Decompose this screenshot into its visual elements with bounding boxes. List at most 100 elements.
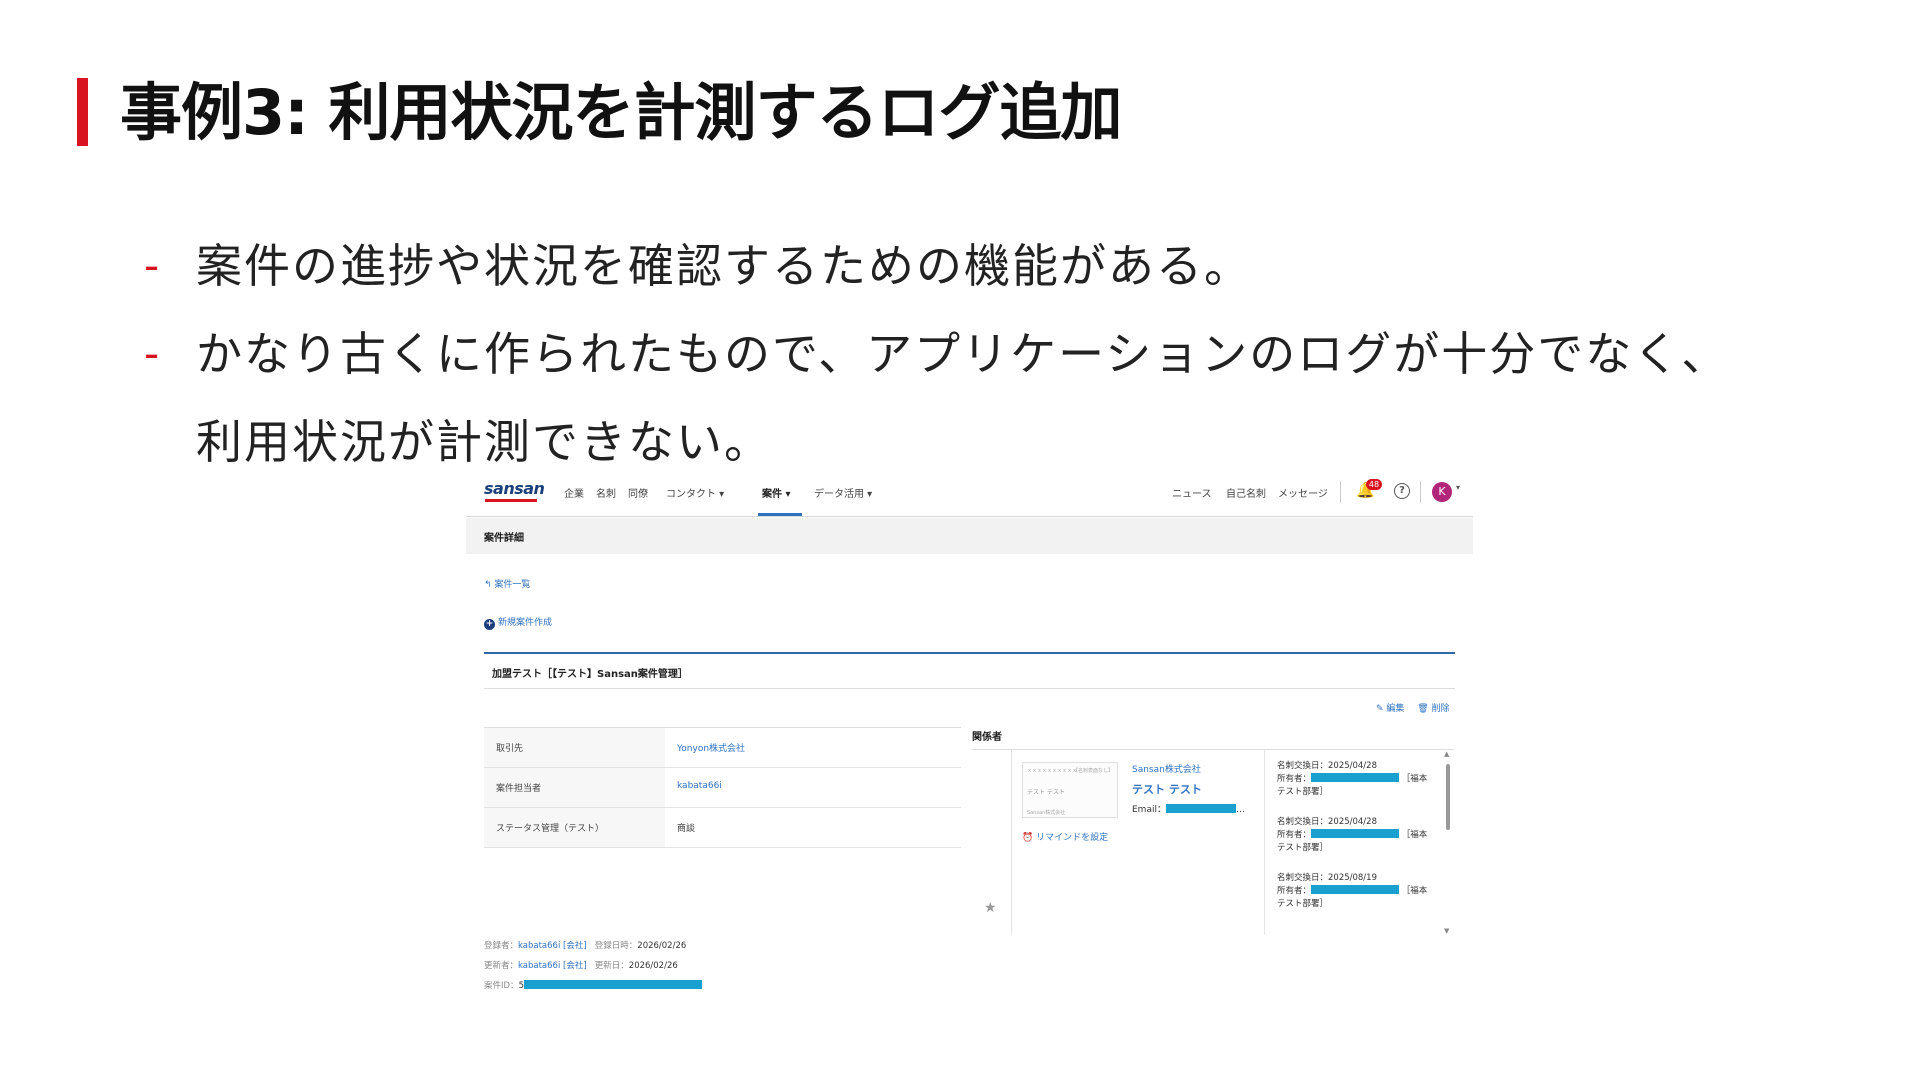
bullet-text: 利用状況が計測できない。: [196, 415, 772, 469]
history-item: 名刺交換日：2025/04/28 所有者： ［福本 テスト部署］: [1277, 760, 1434, 799]
info-value[interactable]: Yonyon株式会社: [665, 728, 961, 767]
redaction: [1311, 773, 1400, 782]
edit-button[interactable]: ✎ 編集: [1376, 704, 1404, 714]
nav-separator: [1420, 481, 1421, 503]
table-row: 取引先 Yonyon株式会社: [484, 728, 961, 768]
scrollbar[interactable]: ▲ ▼: [1444, 750, 1452, 935]
info-key: 取引先: [484, 728, 665, 767]
owner-dept-cont: テスト部署］: [1277, 899, 1329, 909]
exchange-date: 名刺交換日：2025/04/28: [1277, 817, 1377, 827]
app-screenshot: sansan 企業 名刺 同僚 コンタクト ▾ 案件 ▾ データ活用 ▾ ニュー…: [466, 469, 1473, 1009]
sansan-logo[interactable]: sansan: [484, 479, 545, 498]
page-title: 案件詳細: [484, 533, 524, 544]
set-reminder-link[interactable]: ⏰ リマインドを設定: [1022, 830, 1108, 843]
nav-deals[interactable]: 案件 ▾: [762, 485, 791, 500]
exchange-date: 名刺交換日：2025/08/19: [1277, 873, 1377, 883]
scroll-up-icon[interactable]: ▲: [1444, 750, 1449, 758]
redaction: [1311, 885, 1400, 894]
deal-id-meta: 案件ID：5: [484, 979, 702, 991]
owner-dept-cont: テスト部署］: [1277, 787, 1329, 797]
info-key: ステータス管理（テスト）: [484, 808, 665, 847]
nav-messages[interactable]: メッセージ: [1278, 485, 1328, 500]
nav-data-utilization[interactable]: データ活用 ▾: [814, 485, 872, 500]
business-card-thumbnail[interactable]: ｘｘｘｘｘｘｘｘｘｘ 【名刺表面なし】 テスト テスト Sansan株式会社: [1022, 762, 1118, 818]
info-key: 案件担当者: [484, 768, 665, 807]
new-deal-label: 新規案件作成: [498, 618, 553, 628]
created-label: 登録日時：: [594, 941, 638, 951]
nav-separator: [1340, 481, 1341, 503]
exchange-history: 名刺交換日：2025/04/28 所有者： ［福本 テスト部署］ 名刺交換日：2…: [1264, 750, 1434, 935]
card-line: 【名刺表面なし】: [1072, 768, 1113, 774]
nav-my-card[interactable]: 自己名刺: [1226, 485, 1266, 500]
email-tail: …: [1235, 805, 1245, 815]
owner-line: 所有者： ［福本: [1277, 885, 1434, 898]
delete-button[interactable]: 🗑 削除: [1417, 704, 1449, 714]
created-meta: 登録者：kabata66i [会社] 登録日時：2026/02/26: [484, 939, 686, 951]
owner-line: 所有者： ［福本: [1277, 773, 1434, 786]
bullet-list: - 案件の進捗や状況を確認するための機能がある。 - かなり古くに作られたもので…: [140, 222, 1860, 486]
star-icon[interactable]: ★: [984, 900, 997, 916]
creator-link[interactable]: kabata66i [会社]: [518, 941, 587, 951]
bullet-text: かなり古くに作られたもので、アプリケーションのログが十分でなく、: [196, 327, 1730, 381]
owner-label: 所有者：: [1277, 774, 1312, 784]
deal-actions: ✎ 編集 🗑 削除: [1376, 701, 1460, 714]
owner-label: 所有者：: [1277, 830, 1312, 840]
nav-companies[interactable]: 企業: [564, 485, 584, 500]
contact-email: Email： …: [1132, 802, 1245, 815]
updater-link[interactable]: kabata66i [会社]: [518, 961, 587, 971]
avatar[interactable]: K: [1432, 482, 1452, 502]
bullet-dash: -: [144, 241, 162, 290]
chevron-down-icon[interactable]: ▾: [1456, 483, 1460, 492]
bullet-item: - 案件の進捗や状況を確認するための機能がある。: [140, 222, 1860, 310]
deal-info-table: 取引先 Yonyon株式会社 案件担当者 kabata66i ステータス管理（テ…: [484, 727, 961, 848]
scroll-down-icon[interactable]: ▼: [1444, 927, 1449, 935]
owner-label: 所有者：: [1277, 886, 1312, 896]
updated-date: 2026/02/26: [628, 961, 678, 971]
nav-news[interactable]: ニュース: [1172, 485, 1212, 500]
redaction: [1165, 804, 1236, 813]
bullet-item: - かなり古くに作られたもので、アプリケーションのログが十分でなく、: [140, 310, 1860, 398]
owner-dept-cont: テスト部署］: [1277, 843, 1329, 853]
notification-badge: 48: [1366, 479, 1382, 490]
scroll-thumb[interactable]: [1446, 764, 1450, 830]
back-to-deals-link[interactable]: ↰ 案件一覧: [484, 577, 530, 590]
info-value[interactable]: kabata66i: [665, 768, 961, 807]
table-row: ステータス管理（テスト） 商談: [484, 808, 961, 848]
contacts-panel: ★ ｘｘｘｘｘｘｘｘｘｘ 【名刺表面なし】 テスト テスト Sansan株式会社…: [972, 749, 1454, 935]
updated-label: 更新日：: [594, 961, 629, 971]
nav-colleagues[interactable]: 同僚: [628, 485, 648, 500]
owner-dept: ［福本: [1401, 830, 1428, 840]
exchange-date: 名刺交換日：2025/04/28: [1277, 761, 1377, 771]
redaction: [523, 980, 702, 989]
email-label: Email：: [1132, 805, 1166, 815]
history-item: 名刺交換日：2025/04/28 所有者： ［福本 テスト部署］: [1277, 816, 1434, 855]
card-line: テスト テスト: [1027, 789, 1065, 796]
nav-active-indicator: [758, 513, 802, 516]
plus-circle-icon: +: [484, 619, 495, 630]
created-date: 2026/02/26: [637, 941, 687, 951]
top-navigation: sansan 企業 名刺 同僚 コンタクト ▾ 案件 ▾ データ活用 ▾ ニュー…: [466, 469, 1473, 517]
table-row: 案件担当者 kabata66i: [484, 768, 961, 808]
contact-company[interactable]: Sansan株式会社: [1132, 762, 1201, 775]
nav-contacts[interactable]: コンタクト ▾: [666, 485, 724, 500]
deal-title: 加盟テスト［【テスト】Sansan案件管理］: [492, 669, 688, 680]
title-accent-bar: [77, 78, 88, 146]
card-line: Sansan株式会社: [1027, 810, 1066, 816]
new-deal-link[interactable]: + 新規案件作成: [484, 615, 552, 630]
creator-label: 登録者：: [484, 941, 519, 951]
deal-id-label: 案件ID：: [484, 981, 519, 991]
sub-header: 案件詳細: [466, 518, 1473, 554]
card-line: ｘｘｘｘｘｘｘｘｘｘ: [1027, 768, 1078, 774]
contacts-title: 関係者: [972, 732, 1002, 743]
section-divider: [484, 688, 1455, 689]
contact-name[interactable]: テスト テスト: [1132, 781, 1202, 797]
help-icon[interactable]: ?: [1394, 483, 1410, 499]
logo-underline: [485, 499, 537, 502]
nav-business-cards[interactable]: 名刺: [596, 485, 616, 500]
owner-dept: ［福本: [1401, 886, 1428, 896]
updated-meta: 更新者：kabata66i [会社] 更新日：2026/02/26: [484, 959, 678, 971]
owner-dept: ［福本: [1401, 774, 1428, 784]
star-column: ★: [972, 750, 1012, 935]
updater-label: 更新者：: [484, 961, 519, 971]
slide-title: 事例3: 利用状況を計測するログ追加: [120, 76, 1123, 149]
